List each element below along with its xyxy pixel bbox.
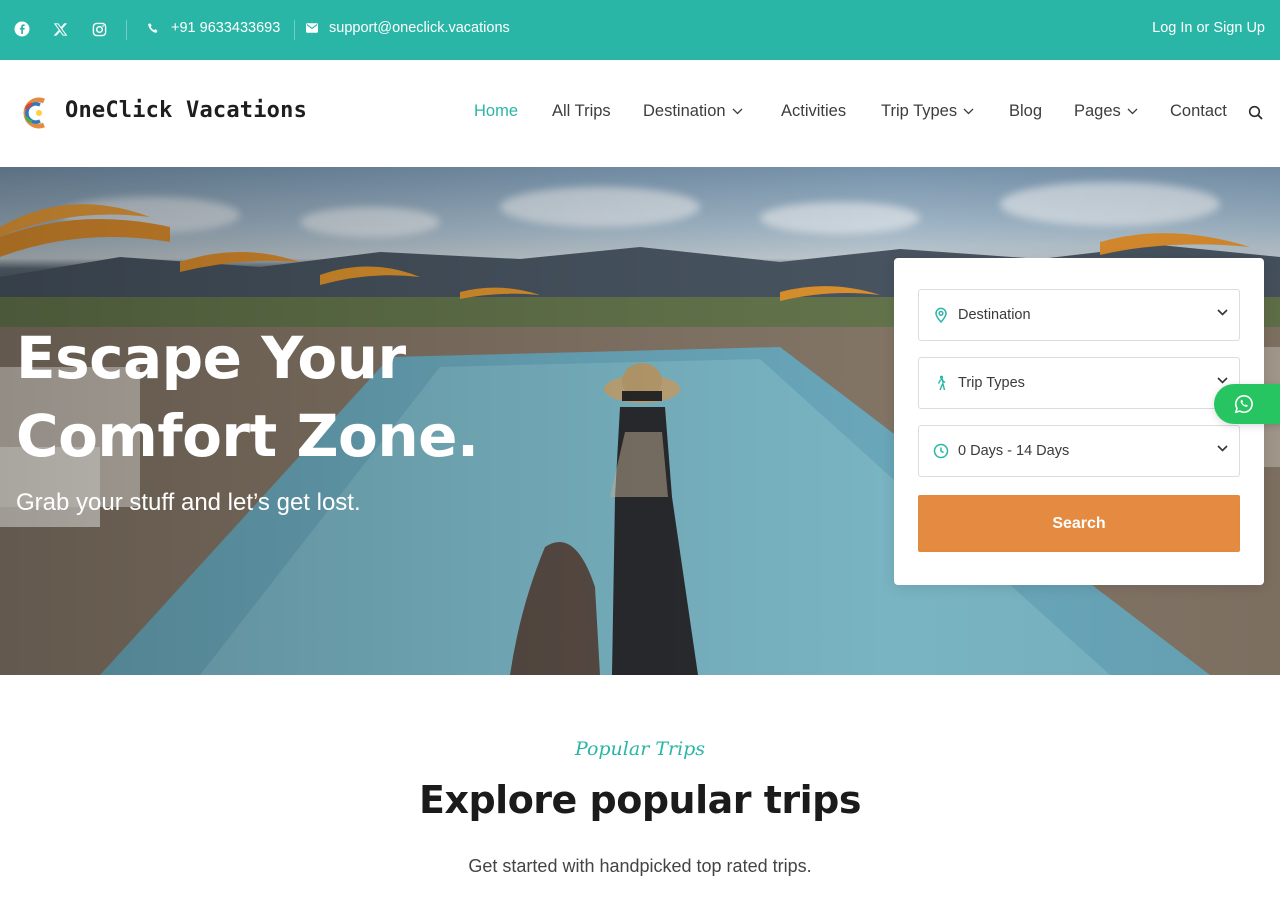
phone-contact[interactable]: +91 9633433693 — [147, 18, 280, 38]
site-title[interactable]: OneClick Vacations — [65, 98, 307, 123]
chevron-down-icon — [1217, 309, 1228, 316]
whatsapp-chat-button[interactable] — [1214, 384, 1280, 424]
nav-destination[interactable]: Destination — [643, 102, 743, 121]
phone-number: +91 9633433693 — [171, 20, 281, 36]
select-value: Destination — [958, 307, 1031, 323]
trip-search-card: Destination Trip Types 0 Days - 14 Days … — [894, 258, 1264, 585]
search-button[interactable]: Search — [918, 495, 1240, 552]
chevron-down-icon — [1217, 377, 1228, 384]
destination-select[interactable]: Destination — [918, 289, 1240, 341]
whatsapp-icon — [1234, 394, 1253, 414]
nav-blog[interactable]: Blog — [1009, 102, 1042, 121]
facebook-icon[interactable] — [11, 18, 33, 40]
email-icon — [306, 23, 318, 33]
trip-types-select[interactable]: Trip Types — [918, 357, 1240, 409]
chevron-down-icon — [963, 108, 974, 115]
nav-activities[interactable]: Activities — [781, 102, 846, 121]
section-title: Explore popular trips — [419, 778, 862, 822]
nav-contact[interactable]: Contact — [1170, 102, 1227, 121]
hero-title-line: Comfort Zone. — [16, 402, 479, 470]
email-address: support@oneclick.vacations — [329, 20, 510, 36]
hero-subtitle: Grab your stuff and let’s get lost. — [16, 489, 361, 516]
map-pin-icon — [933, 307, 949, 323]
email-contact[interactable]: support@oneclick.vacations — [306, 18, 510, 38]
chevron-down-icon — [1217, 445, 1228, 452]
clock-icon — [933, 443, 949, 459]
duration-select[interactable]: 0 Days - 14 Days — [918, 425, 1240, 477]
chevron-down-icon — [1127, 108, 1138, 115]
nav-home[interactable]: Home — [474, 102, 518, 121]
site-logo[interactable] — [20, 93, 50, 133]
hiker-icon — [933, 375, 949, 391]
nav-label: Pages — [1074, 102, 1121, 120]
search-icon[interactable] — [1248, 105, 1264, 121]
nav-label: Trip Types — [881, 102, 958, 120]
nav-trip-types[interactable]: Trip Types — [881, 102, 974, 121]
nav-all-trips[interactable]: All Trips — [552, 102, 611, 121]
chevron-down-icon — [732, 108, 743, 115]
top-bar: +91 9633433693 support@oneclick.vacation… — [0, 0, 1280, 60]
nav-label: Destination — [643, 102, 726, 120]
phone-icon — [148, 22, 158, 33]
section-subtitle: Get started with handpicked top rated tr… — [468, 856, 812, 876]
hero-title: Escape Your Comfort Zone. — [16, 319, 536, 475]
nav-pages[interactable]: Pages — [1074, 102, 1138, 121]
select-value: 0 Days - 14 Days — [958, 443, 1070, 459]
instagram-icon[interactable] — [88, 18, 110, 40]
hero-title-line: Escape Your — [16, 324, 406, 392]
login-signup-link[interactable]: Log In or Sign Up — [1152, 20, 1265, 36]
site-header: OneClick Vacations Home All Trips Destin… — [0, 60, 1280, 167]
divider — [294, 20, 295, 40]
divider — [126, 20, 127, 40]
select-value: Trip Types — [958, 375, 1025, 391]
x-twitter-icon[interactable] — [49, 18, 71, 40]
section-eyebrow: Popular Trips — [574, 738, 706, 760]
